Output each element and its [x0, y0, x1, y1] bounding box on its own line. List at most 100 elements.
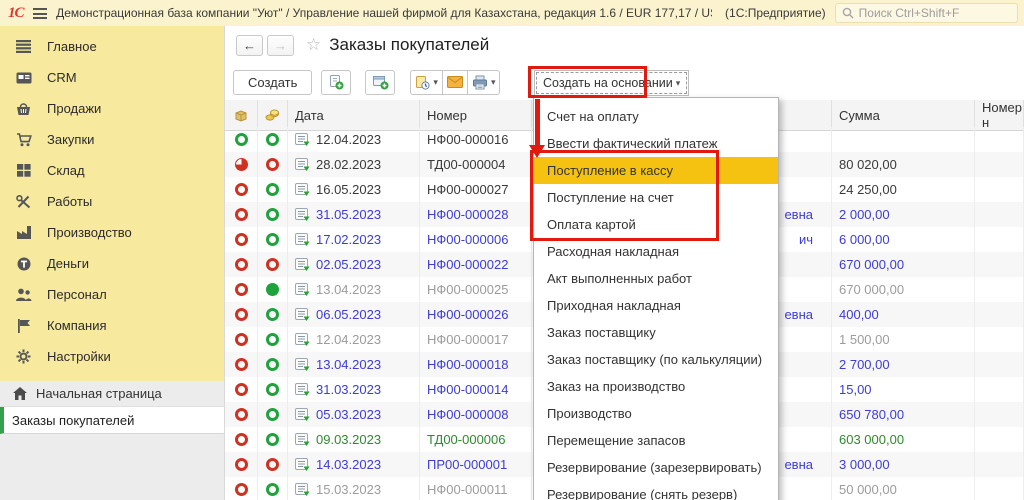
sidebar-item-label: CRM [47, 70, 77, 85]
sidebar-item[interactable]: Настройки [0, 341, 224, 372]
sidebar-item[interactable]: Производство [0, 217, 224, 248]
shipment-status-icon [235, 208, 248, 221]
sum-cell: 80 020,00 [832, 152, 975, 177]
sidebar-item[interactable]: Главное [0, 31, 224, 62]
sidebar-item[interactable]: CRM [0, 62, 224, 93]
menu-item[interactable]: Оплата картой [534, 211, 778, 238]
caret-down-icon: ▾ [676, 78, 681, 89]
1c-logo: 1С [8, 5, 24, 22]
send-email-button[interactable] [443, 70, 468, 95]
settings-gear-icon [15, 349, 32, 365]
payment-status-cell [258, 302, 288, 327]
sidebar-item[interactable]: Работы [0, 186, 224, 217]
payment-status-cell [258, 252, 288, 277]
new-window-button[interactable] [365, 70, 395, 95]
forward-button[interactable]: → [267, 35, 294, 56]
menu-item[interactable]: Резервирование (зарезервировать) [534, 454, 778, 481]
payment-status-icon [266, 158, 279, 171]
production-factory-icon [15, 225, 32, 241]
favorite-star-icon[interactable]: ☆ [306, 35, 321, 55]
menu-item[interactable]: Поступление на счет [534, 184, 778, 211]
sum-cell: 400,00 [832, 302, 975, 327]
top-bar: 1С Демонстрационная база компании "Уют" … [0, 0, 1024, 26]
menu-item[interactable]: Производство [534, 400, 778, 427]
menu-item[interactable]: Заказ на производство [534, 373, 778, 400]
create-based-on-button[interactable]: Создать на основании ▾ [534, 70, 689, 96]
order-number-cell [975, 427, 1024, 452]
document-icon [295, 383, 310, 396]
copy-document-icon [328, 74, 344, 90]
sum-cell: 1 500,00 [832, 327, 975, 352]
package-icon [234, 109, 248, 122]
sidebar-item-label: Деньги [47, 256, 89, 271]
document-icon [295, 433, 310, 446]
payment-status-icon [266, 208, 279, 221]
document-icon [295, 483, 310, 496]
sidebar-item-label: Производство [47, 225, 132, 240]
envelope-icon [447, 76, 463, 88]
payment-status-cell [258, 402, 288, 427]
shipment-status-cell [225, 327, 258, 352]
purchases-cart-icon [15, 132, 32, 148]
sidebar-item-home[interactable]: Начальная страница [0, 381, 224, 407]
create-button[interactable]: Создать [233, 70, 312, 95]
hamburger-menu-icon[interactable] [33, 8, 48, 19]
sidebar-item[interactable]: Компания [0, 310, 224, 341]
menu-item[interactable]: Ввести фактический платеж [534, 130, 778, 157]
sidebar-item[interactable]: Закупки [0, 124, 224, 155]
document-icon [295, 233, 310, 246]
document-clock-icon [415, 75, 430, 90]
number-cell: НФ00-000027 [420, 177, 532, 202]
sum-cell: 2 000,00 [832, 202, 975, 227]
menu-item[interactable]: Резервирование (снять резерв) [534, 481, 778, 500]
order-number-cell [975, 277, 1024, 302]
payment-status-cell [258, 452, 288, 477]
create-based-on-label: Создать на основании [543, 76, 673, 90]
shipment-status-icon [235, 183, 248, 196]
menu-item[interactable]: Приходная накладная [534, 292, 778, 319]
menu-item[interactable]: Расходная накладная [534, 238, 778, 265]
sum-cell: 603 000,00 [832, 427, 975, 452]
shipment-status-icon [235, 358, 248, 371]
caret-down-icon: ▾ [433, 77, 438, 88]
sidebar-item-label: Главное [47, 39, 97, 54]
menu-item[interactable]: Перемещение запасов [534, 427, 778, 454]
shipment-status-cell [225, 402, 258, 427]
document-icon [295, 133, 310, 146]
sum-cell [832, 127, 975, 152]
menu-item[interactable]: Акт выполненных работ [534, 265, 778, 292]
create-copy-button[interactable] [321, 70, 351, 95]
works-tools-icon [15, 194, 32, 210]
payment-status-icon [266, 258, 279, 271]
document-icon [295, 283, 310, 296]
order-number-cell [975, 152, 1024, 177]
print-button[interactable]: ▾ [468, 70, 501, 95]
menu-item[interactable]: Поступление в кассу [534, 157, 778, 184]
date-cell: 02.05.2023 [288, 252, 420, 277]
menu-item[interactable]: Заказ поставщику (по калькуляции) [534, 346, 778, 373]
postpone-button[interactable]: ▾ [410, 70, 443, 95]
back-button[interactable]: ← [236, 35, 263, 56]
sidebar-item-label: Продажи [47, 101, 101, 116]
order-number-cell [975, 202, 1024, 227]
sidebar: Главное CRM Продажи Закупки СкладРаботы Произ… [0, 26, 225, 500]
nav-row: ← → ☆ Заказы покупателей [225, 26, 1024, 64]
sidebar-item[interactable]: Персонал [0, 279, 224, 310]
search-input[interactable]: Поиск Ctrl+Shift+F [835, 3, 1018, 23]
sidebar-item-label: Закупки [47, 132, 94, 147]
shipment-status-icon [235, 483, 248, 496]
document-icon [295, 358, 310, 371]
sidebar-item[interactable]: Склад [0, 155, 224, 186]
sidebar-item[interactable]: Деньги [0, 248, 224, 279]
menu-item[interactable]: Счет на оплату [534, 103, 778, 130]
shipment-status-cell [225, 277, 258, 302]
payment-status-icon [266, 383, 279, 396]
menu-item[interactable]: Заказ поставщику [534, 319, 778, 346]
shipment-status-cell [225, 252, 258, 277]
order-number-cell [975, 377, 1024, 402]
sidebar-menu: Главное CRM Продажи Закупки СкладРаботы Произ… [0, 26, 224, 381]
sidebar-item[interactable]: Продажи [0, 93, 224, 124]
document-icon [295, 408, 310, 421]
tab-customer-orders[interactable]: Заказы покупателей [0, 407, 224, 434]
payment-status-icon [266, 333, 279, 346]
